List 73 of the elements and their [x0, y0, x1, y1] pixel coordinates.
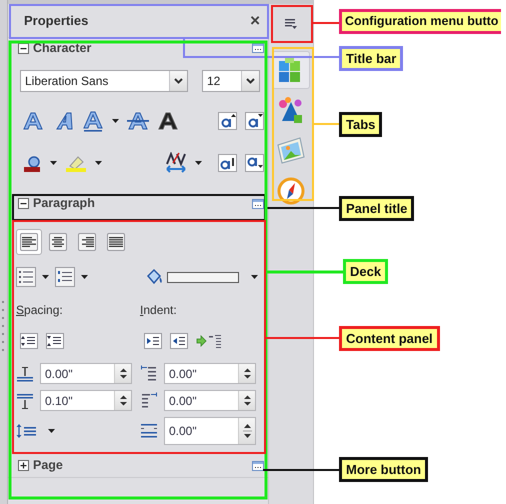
title-text: Properties — [24, 12, 88, 30]
callout-label: Panel title — [339, 196, 414, 221]
panel-title: Page — [33, 457, 63, 474]
caret-icon[interactable] — [195, 161, 202, 165]
caret-icon[interactable] — [251, 275, 258, 279]
callout-label: Configuration menu butto — [339, 9, 502, 34]
grip-handle[interactable] — [2, 301, 5, 353]
spin-arrows-icon[interactable] — [242, 367, 252, 380]
below-spacing-icon — [16, 392, 34, 410]
callout-label: Title bar — [339, 46, 404, 71]
caret-icon[interactable] — [42, 275, 49, 279]
callout-label: More button — [339, 457, 428, 482]
close-button[interactable]: × — [248, 12, 262, 29]
more-options-icon[interactable] — [252, 198, 264, 208]
justify-icon[interactable] — [107, 233, 125, 251]
more-options-icon[interactable] — [252, 43, 264, 53]
strikethrough-icon[interactable] — [127, 111, 149, 131]
after-indent-icon — [140, 392, 158, 410]
spacing-label: Spacing: — [16, 302, 64, 319]
increase-indent-icon[interactable] — [144, 333, 162, 349]
more-options-icon[interactable] — [252, 460, 264, 470]
first-line-indent-icon — [140, 422, 158, 440]
spin-arrows-icon[interactable] — [118, 367, 128, 380]
after-indent-field[interactable]: 0.00" — [164, 390, 256, 411]
caret-icon[interactable] — [48, 429, 55, 433]
annotation-frame — [271, 5, 313, 43]
font-size-dropdown[interactable]: 12 — [202, 70, 260, 92]
increase-spacing-icon[interactable] — [20, 333, 38, 349]
underline-icon[interactable] — [82, 110, 104, 132]
color-swatch[interactable] — [167, 272, 239, 282]
character-spacing-icon[interactable] — [165, 152, 187, 174]
spin-arrows-icon[interactable] — [242, 394, 252, 407]
subscript-icon[interactable] — [245, 154, 264, 172]
panel-title: Character — [33, 40, 92, 57]
first-line-indent-field[interactable]: 0.00" — [164, 417, 256, 445]
decrease-spacing-icon[interactable] — [46, 333, 64, 349]
superscript-icon[interactable] — [218, 154, 237, 172]
shadow-icon[interactable] — [157, 111, 179, 131]
caret-icon[interactable] — [50, 161, 57, 165]
bold-icon[interactable] — [22, 111, 44, 131]
caret-icon[interactable] — [95, 161, 102, 165]
expand-icon[interactable] — [18, 460, 29, 471]
before-indent-icon — [140, 364, 158, 382]
paint-bucket-icon[interactable] — [145, 268, 163, 286]
callout-label: Tabs — [339, 112, 382, 137]
chevron-icon[interactable] — [174, 78, 183, 84]
above-spacing-field[interactable]: 0.00" — [40, 363, 132, 384]
numbered-list-icon[interactable] — [55, 267, 75, 287]
grow-font-icon[interactable] — [218, 112, 237, 130]
indent-label: Indent: — [140, 302, 178, 319]
before-indent-field[interactable]: 0.00" — [164, 363, 256, 384]
collapse-icon[interactable] — [18, 198, 29, 209]
align-left-icon[interactable] — [20, 233, 38, 251]
collapse-icon[interactable] — [18, 42, 29, 54]
spin-arrows-icon[interactable] — [118, 394, 128, 407]
shrink-font-icon[interactable] — [245, 112, 264, 130]
caret-icon[interactable] — [81, 275, 88, 279]
callout-label: Content panel — [339, 326, 440, 351]
line-spacing-icon[interactable] — [16, 423, 36, 439]
align-center-icon[interactable] — [49, 233, 67, 251]
bullet-list-icon[interactable] — [16, 267, 36, 287]
above-spacing-icon — [16, 364, 34, 382]
font-name-dropdown[interactable]: Liberation Sans — [20, 70, 188, 92]
decrease-indent-icon[interactable] — [170, 333, 188, 349]
hanging-indent-icon[interactable] — [196, 333, 222, 349]
align-left-button[interactable] — [16, 229, 42, 255]
panel-title: Paragraph — [33, 195, 95, 212]
below-spacing-field[interactable]: 0.10" — [40, 390, 132, 411]
chevron-icon[interactable] — [246, 78, 255, 84]
callout-label: Deck — [343, 259, 388, 284]
align-right-icon[interactable] — [78, 233, 96, 251]
menu-icon[interactable] — [285, 18, 297, 30]
caret-icon[interactable] — [112, 119, 119, 123]
